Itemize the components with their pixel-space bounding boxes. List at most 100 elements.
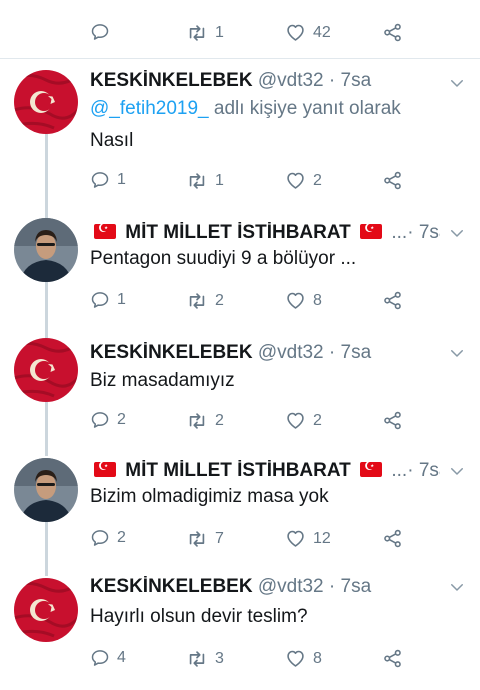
retweet-button[interactable]: 7 (186, 528, 224, 550)
display-name[interactable]: KESKİNKELEBEK (90, 576, 253, 597)
reply-count: 1 (117, 171, 126, 188)
tweet[interactable]: MİT MİLLET İSTİHBARAT ...· 7sa Pentagon … (0, 208, 480, 330)
reply-button[interactable]: 2 (90, 528, 126, 548)
like-button[interactable]: 2 (285, 410, 322, 431)
timestamp[interactable]: 7sa (419, 222, 440, 243)
tweet-actions: 2 7 12 (0, 528, 480, 556)
tweet-actions: 1 2 8 (0, 290, 480, 318)
tweet[interactable]: MİT MİLLET İSTİHBARAT ...· 7sa Bizim olm… (0, 452, 480, 570)
avatar[interactable] (14, 70, 78, 134)
reply-button[interactable]: 2 (90, 410, 126, 430)
tweet-actions: 4 3 8 (0, 648, 480, 676)
like-button[interactable]: 8 (285, 648, 322, 669)
share-icon (382, 648, 403, 669)
mention-link[interactable]: @_fetih2019_ (90, 98, 209, 119)
turkish-flag-icon (94, 460, 116, 477)
chevron-down-icon[interactable] (448, 344, 466, 362)
heart-icon (285, 22, 306, 43)
retweet-icon (186, 290, 208, 312)
reply-icon (90, 528, 110, 548)
chevron-down-icon[interactable] (448, 74, 466, 92)
like-count: 42 (313, 23, 331, 41)
retweet-icon (186, 410, 208, 432)
like-count: 2 (313, 411, 322, 429)
top-tweet-actions: 1 42 (0, 0, 480, 60)
tweet[interactable]: KESKİNKELEBEK @vdt32 · 7sa Hayırlı olsun… (0, 570, 480, 690)
reply-count: 2 (117, 411, 126, 428)
tweet[interactable]: KESKİNKELEBEK @vdt32 · 7sa Biz masadamıy… (0, 330, 480, 452)
reply-icon (90, 648, 110, 668)
heart-icon (285, 170, 306, 191)
share-button[interactable] (382, 22, 410, 43)
retweet-icon (186, 648, 208, 670)
tweet-text: Hayırlı olsun devir teslim? (90, 606, 308, 627)
handle[interactable]: ... (391, 460, 407, 481)
like-button[interactable]: 2 (285, 170, 322, 191)
reply-count: 4 (117, 649, 126, 666)
reply-button[interactable]: 1 (90, 170, 126, 190)
display-name[interactable]: KESKİNKELEBEK (90, 342, 253, 363)
avatar[interactable] (14, 338, 78, 402)
avatar[interactable] (14, 458, 78, 522)
avatar[interactable] (14, 578, 78, 642)
separator: · (328, 342, 336, 363)
heart-icon (285, 528, 306, 549)
tweet-header: KESKİNKELEBEK @vdt32 · 7sa (90, 342, 440, 364)
handle[interactable]: ... (391, 222, 407, 243)
reply-icon (90, 22, 110, 42)
retweet-count: 7 (215, 530, 224, 547)
handle[interactable]: @vdt32 (258, 576, 324, 597)
retweet-button[interactable]: 1 (186, 22, 224, 44)
like-button[interactable]: 42 (285, 22, 331, 43)
like-count: 12 (313, 529, 331, 547)
share-button[interactable] (382, 528, 410, 549)
reply-icon (90, 410, 110, 430)
retweet-count: 2 (215, 412, 224, 429)
reply-button[interactable] (90, 22, 117, 42)
tweet-header: MİT MİLLET İSTİHBARAT ...· 7sa (90, 460, 440, 482)
retweet-button[interactable]: 2 (186, 410, 224, 432)
tweet-text: Nasıl (90, 130, 134, 151)
reply-button[interactable]: 1 (90, 290, 126, 310)
tweet-text: Pentagon suudiyi 9 a bölüyor ... (90, 248, 357, 269)
turkish-flag-icon (360, 460, 383, 477)
chevron-down-icon[interactable] (448, 578, 466, 596)
heart-icon (285, 648, 306, 669)
share-button[interactable] (382, 170, 410, 191)
timestamp[interactable]: 7sa (341, 342, 372, 363)
display-name[interactable]: MİT MİLLET İSTİHBARAT (125, 222, 351, 243)
handle[interactable]: @vdt32 (258, 342, 324, 363)
tweet-actions: 1 1 2 (0, 170, 480, 198)
share-icon (382, 290, 403, 311)
separator: · (328, 70, 336, 91)
like-button[interactable]: 8 (285, 290, 322, 311)
tweet-header: KESKİNKELEBEK @vdt32 · 7sa (90, 576, 440, 598)
avatar[interactable] (14, 218, 78, 282)
chevron-down-icon[interactable] (448, 224, 466, 242)
display-name[interactable]: KESKİNKELEBEK (90, 70, 253, 91)
chevron-down-icon[interactable] (448, 462, 466, 480)
retweet-button[interactable]: 2 (186, 290, 224, 312)
handle[interactable]: @vdt32 (258, 70, 324, 91)
retweet-count: 3 (215, 650, 224, 667)
display-name[interactable]: MİT MİLLET İSTİHBARAT (125, 460, 351, 481)
reply-button[interactable]: 4 (90, 648, 126, 668)
share-icon (382, 170, 403, 191)
tweet[interactable]: KESKİNKELEBEK @vdt32 · 7sa @_fetih2019_ … (0, 58, 480, 208)
reply-count: 1 (117, 291, 126, 308)
share-button[interactable] (382, 648, 410, 669)
like-button[interactable]: 12 (285, 528, 331, 549)
reply-context: @_fetih2019_ adlı kişiye yanıt olarak (90, 98, 401, 120)
share-button[interactable] (382, 290, 410, 311)
share-icon (382, 410, 403, 431)
share-icon (382, 528, 403, 549)
reply-icon (90, 170, 110, 190)
timestamp[interactable]: 7sa (341, 576, 372, 597)
tweet-header: MİT MİLLET İSTİHBARAT ...· 7sa (90, 222, 440, 244)
retweet-count: 1 (215, 172, 224, 189)
retweet-button[interactable]: 1 (186, 170, 224, 192)
retweet-button[interactable]: 3 (186, 648, 224, 670)
share-button[interactable] (382, 410, 410, 431)
timestamp[interactable]: 7sa (341, 70, 372, 91)
timestamp[interactable]: 7sa (419, 460, 440, 481)
